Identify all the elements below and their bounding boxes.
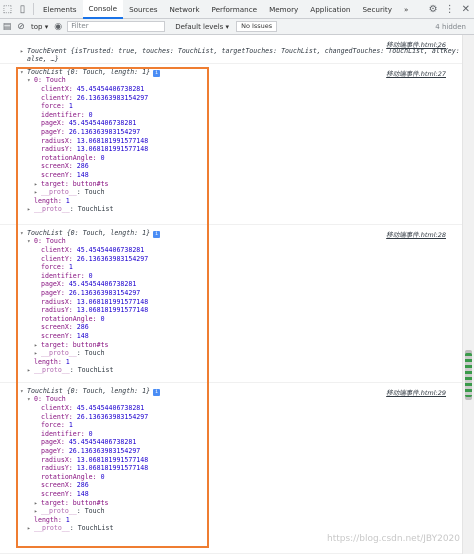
tab-application[interactable]: Application (304, 0, 356, 19)
eye-icon[interactable]: ◉ (51, 19, 65, 35)
tab-elements[interactable]: Elements (37, 0, 83, 19)
highlight-box (16, 67, 209, 548)
console-toolbar: ▤ ⊘ top ▾ ◉ Filter Default levels ▾ No I… (0, 19, 474, 35)
console-scrollbar[interactable] (462, 35, 474, 554)
expand-triangle-icon[interactable]: ▸ (20, 48, 27, 56)
scrollbar-thumb-art (465, 353, 472, 397)
source-link[interactable]: 移动端事件.html:29 (386, 387, 446, 397)
more-menu-icon[interactable]: ⋮ (445, 4, 455, 15)
close-icon[interactable]: ✕ (462, 4, 470, 15)
tab-sources[interactable]: Sources (123, 0, 163, 19)
tab-performance[interactable]: Performance (206, 0, 264, 19)
tab-console[interactable]: Console (82, 0, 124, 19)
hidden-count: 4 hidden (435, 22, 466, 31)
watermark: https://blog.csdn.net/JBY2020 (326, 534, 460, 544)
console-message-touchevent: 移动端事件.html:26 ▸ TouchEvent {isTrusted: tr… (0, 35, 462, 64)
filter-input[interactable]: Filter (67, 21, 166, 32)
inspect-icon[interactable]: ⬚ (0, 0, 15, 19)
gear-icon[interactable]: ⚙ (429, 4, 438, 15)
touchevent-text: TouchEvent {isTrusted: true, touches: To… (27, 47, 462, 55)
log-levels-dropdown[interactable]: Default levels ▾ (175, 23, 229, 31)
touchevent-line-2: alse, …} (27, 55, 59, 63)
devtools-tab-bar: ⬚ ▯ Elements Console Sources Network Per… (0, 0, 474, 19)
more-tabs-button[interactable]: » (398, 0, 414, 19)
context-label: top (31, 22, 43, 31)
divider (33, 3, 34, 15)
tab-network[interactable]: Network (164, 0, 206, 19)
source-link[interactable]: 移动端事件.html:28 (386, 229, 446, 239)
issues-button[interactable]: No Issues (236, 21, 278, 32)
clear-console-icon[interactable]: ⊘ (14, 19, 28, 35)
device-toggle-icon[interactable]: ▯ (15, 0, 30, 19)
tab-security[interactable]: Security (356, 0, 398, 19)
source-link[interactable]: 移动端事件.html:27 (386, 68, 446, 78)
context-selector[interactable]: top ▾ (28, 23, 51, 31)
sidebar-icon[interactable]: ▤ (0, 19, 14, 35)
tab-memory[interactable]: Memory (263, 0, 304, 19)
touchevent-line-1[interactable]: ▸ TouchEvent {isTrusted: true, touches: T… (20, 47, 462, 56)
